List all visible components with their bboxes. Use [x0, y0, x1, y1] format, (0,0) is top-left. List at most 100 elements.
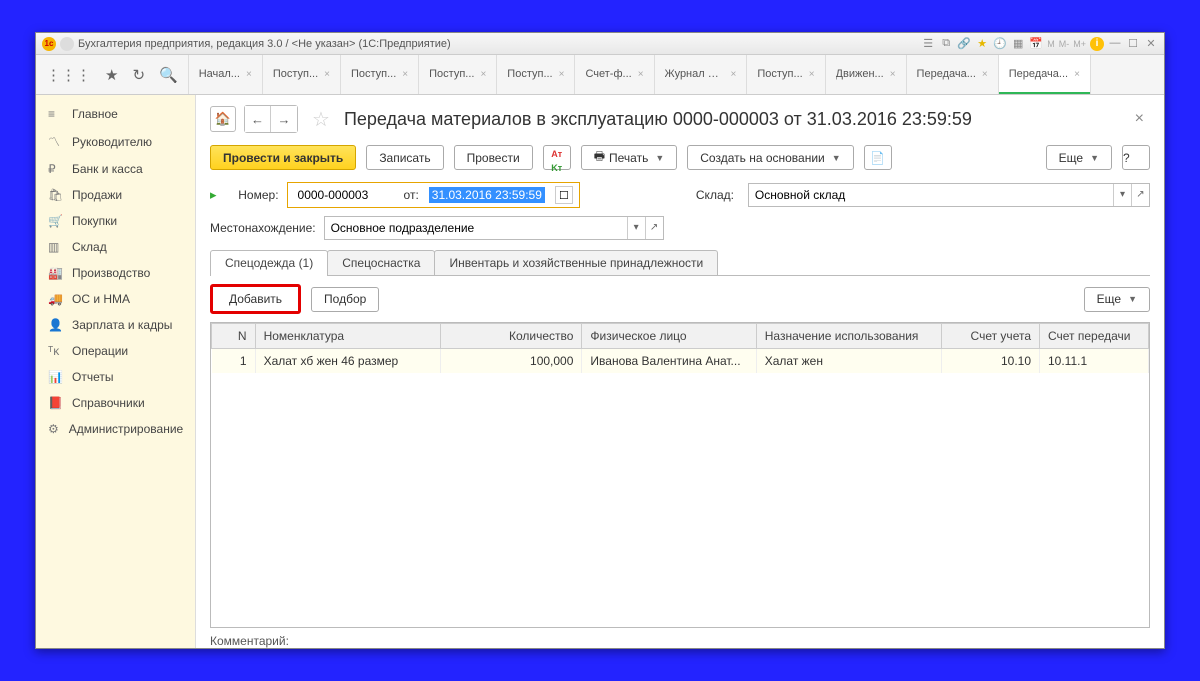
top-tab[interactable]: Счет-ф...× — [575, 55, 654, 94]
attach-button[interactable]: 📄 — [864, 145, 892, 170]
help-icon[interactable]: i — [1090, 37, 1104, 51]
warehouse-combo[interactable]: ▾ ↗ — [748, 183, 1150, 207]
m-icon[interactable]: M — [1047, 39, 1055, 49]
sidebar-item[interactable]: 🛍Продажи — [36, 182, 195, 208]
sidebar-item[interactable]: 〽Руководителю — [36, 127, 195, 156]
combo-open-icon[interactable]: ↗ — [645, 217, 663, 239]
top-tab[interactable]: Поступ...× — [263, 55, 341, 94]
sidebar-item[interactable]: 🛒Покупки — [36, 208, 195, 234]
post-button[interactable]: Провести — [454, 145, 533, 170]
sidebar-label: ОС и НМА — [72, 292, 130, 306]
sidebar-item[interactable]: 🏭Производство — [36, 260, 195, 286]
tab-close-icon[interactable]: × — [890, 69, 896, 80]
back-button[interactable]: ← — [245, 106, 271, 132]
history-icon[interactable]: 🕘 — [993, 37, 1007, 51]
date-input[interactable]: 31.03.2016 23:59:59 — [429, 187, 545, 203]
tab-bar: Начал...×Поступ...×Поступ...×Поступ...×П… — [189, 55, 1164, 94]
dtkt-button[interactable]: AтKт — [543, 145, 571, 170]
tab-close-icon[interactable]: × — [638, 69, 644, 80]
window-close-icon[interactable]: ✕ — [1144, 37, 1158, 51]
th-qty[interactable]: Количество — [440, 324, 582, 349]
apps-icon[interactable]: ⋮⋮⋮ — [46, 66, 91, 84]
tab-close-icon[interactable]: × — [246, 69, 252, 80]
top-tab[interactable]: Журнал операций× — [655, 55, 748, 94]
th-n[interactable]: N — [212, 324, 256, 349]
maximize-icon[interactable]: ☐ — [1126, 37, 1140, 51]
nav-back-icon[interactable] — [60, 37, 74, 51]
forward-button[interactable]: → — [271, 106, 297, 132]
toolbar-icon-2[interactable]: ⧉ — [939, 37, 953, 51]
top-tab[interactable]: Поступ...× — [341, 55, 419, 94]
th-account[interactable]: Счет учета — [941, 324, 1039, 349]
top-tab[interactable]: Начал...× — [189, 55, 263, 94]
clock-icon[interactable]: ↻ — [132, 66, 145, 84]
page-close-icon[interactable]: × — [1129, 110, 1150, 128]
location-input[interactable] — [325, 221, 627, 235]
create-based-button[interactable]: Создать на основании▼ — [687, 145, 853, 170]
number-input[interactable] — [294, 186, 394, 204]
sidebar-item[interactable]: 🚚ОС и НМА — [36, 286, 195, 312]
th-purpose[interactable]: Назначение использования — [756, 324, 941, 349]
sidebar-item[interactable]: 📊Отчеты — [36, 364, 195, 390]
toolbar-icon-3[interactable]: 🔗 — [957, 37, 971, 51]
help-button[interactable]: ? — [1122, 145, 1150, 170]
post-close-button[interactable]: Провести и закрыть — [210, 145, 356, 170]
doc-tab[interactable]: Спецоснастка — [327, 250, 435, 275]
cell-transfer: 10.11.1 — [1040, 349, 1149, 374]
add-button[interactable]: Добавить — [210, 284, 301, 314]
th-person[interactable]: Физическое лицо — [582, 324, 756, 349]
search-icon[interactable]: 🔍 — [159, 66, 178, 84]
location-combo[interactable]: ▾ ↗ — [324, 216, 664, 240]
print-button[interactable]: 🖶Печать▼ — [581, 145, 678, 170]
pick-button[interactable]: Подбор — [311, 287, 379, 312]
sidebar-item[interactable]: ≡Главное — [36, 101, 195, 127]
titlebar: 1с Бухгалтерия предприятия, редакция 3.0… — [36, 33, 1164, 55]
doc-tab[interactable]: Инвентарь и хозяйственные принадлежности — [434, 250, 718, 275]
tab-close-icon[interactable]: × — [324, 69, 330, 80]
top-tab[interactable]: Передача...× — [907, 55, 999, 94]
top-tab[interactable]: Поступ...× — [747, 55, 825, 94]
top-tab[interactable]: Движен...× — [826, 55, 907, 94]
calc-icon[interactable]: ▦ — [1011, 37, 1025, 51]
tab-close-icon[interactable]: × — [402, 69, 408, 80]
home-button[interactable]: 🏠 — [210, 106, 236, 132]
tab-close-icon[interactable]: × — [982, 69, 988, 80]
tab-close-icon[interactable]: × — [480, 69, 486, 80]
favorite-icon[interactable]: ★ — [975, 37, 989, 51]
combo-dropdown-icon[interactable]: ▾ — [1113, 184, 1131, 206]
star-icon[interactable]: ★ — [105, 66, 118, 84]
combo-dropdown-icon[interactable]: ▾ — [627, 217, 645, 239]
tab-close-icon[interactable]: × — [809, 69, 815, 80]
minimize-icon[interactable]: — — [1108, 37, 1122, 51]
write-button[interactable]: Записать — [366, 145, 443, 170]
sidebar-item[interactable]: 📕Справочники — [36, 390, 195, 416]
m-plus-icon[interactable]: M+ — [1073, 39, 1086, 49]
date-picker-icon[interactable]: ☐ — [555, 186, 573, 204]
sidebar-item[interactable]: ᵀᴋОперации — [36, 338, 195, 364]
favorite-star-icon[interactable]: ☆ — [312, 107, 330, 132]
table-row[interactable]: 1Халат хб жен 46 размер100,000Иванова Ва… — [212, 349, 1149, 374]
toolbar-icon-1[interactable]: ☰ — [921, 37, 935, 51]
doc-tab[interactable]: Спецодежда (1) — [210, 250, 328, 275]
sidebar-label: Администрирование — [69, 422, 183, 436]
sidebar-item[interactable]: ▥Склад — [36, 234, 195, 260]
table-more-button[interactable]: Еще▼ — [1084, 287, 1150, 312]
th-nomen[interactable]: Номенклатура — [255, 324, 440, 349]
th-transfer[interactable]: Счет передачи — [1040, 324, 1149, 349]
comment-label: Комментарий: — [210, 634, 289, 648]
sidebar-item[interactable]: ₽Банк и касса — [36, 156, 195, 182]
sidebar-item[interactable]: ⚙Администрирование — [36, 416, 195, 442]
top-tab[interactable]: Поступ...× — [419, 55, 497, 94]
warehouse-input[interactable] — [749, 188, 1113, 202]
top-tab[interactable]: Поступ...× — [497, 55, 575, 94]
m-minus-icon[interactable]: M- — [1059, 39, 1070, 49]
more-button[interactable]: Еще▼ — [1046, 145, 1112, 170]
top-tab[interactable]: Передача...× — [999, 55, 1091, 94]
sidebar-label: Производство — [72, 266, 150, 280]
combo-open-icon[interactable]: ↗ — [1131, 184, 1149, 206]
tab-close-icon[interactable]: × — [559, 69, 565, 80]
sidebar-item[interactable]: 👤Зарплата и кадры — [36, 312, 195, 338]
tab-close-icon[interactable]: × — [1074, 69, 1080, 80]
calendar-icon[interactable]: 📅 — [1029, 37, 1043, 51]
tab-close-icon[interactable]: × — [731, 69, 737, 80]
